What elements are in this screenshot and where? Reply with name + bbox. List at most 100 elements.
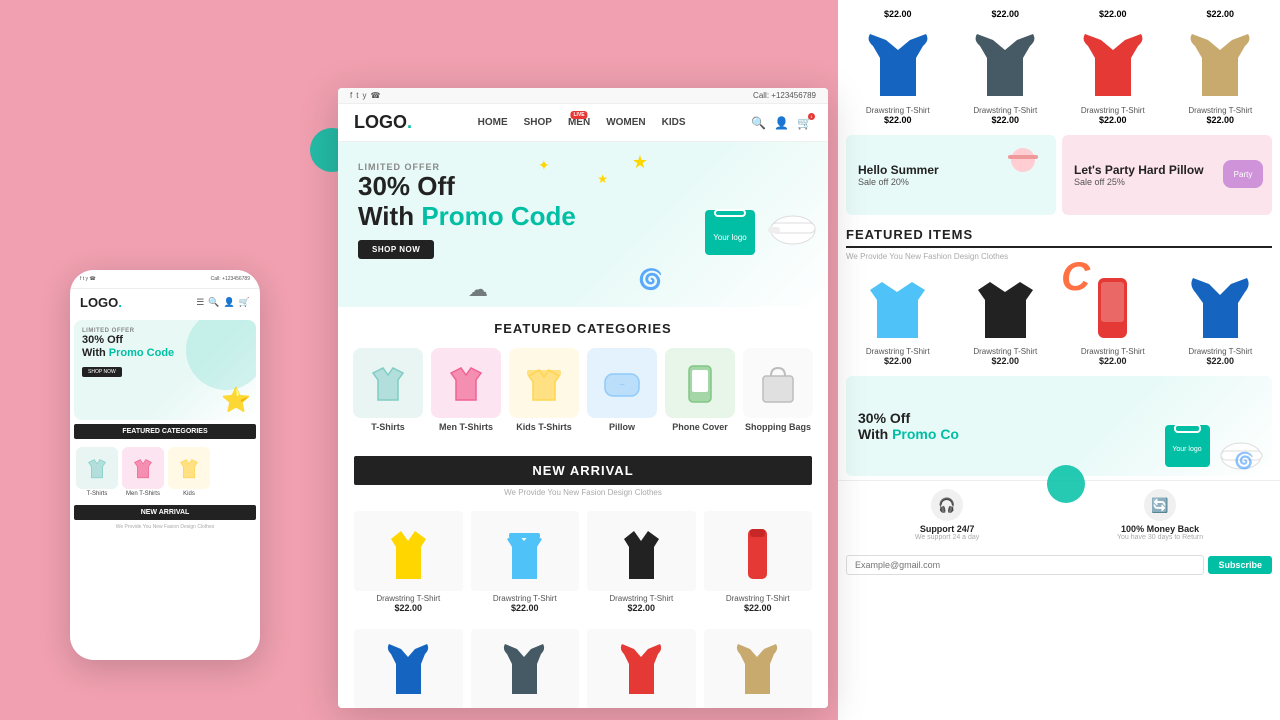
right-prod-4-name: Drawstring T-Shirt	[1169, 106, 1273, 115]
cat-pillow[interactable]: ~ Pillow	[587, 348, 657, 432]
topbar-phone: Call: +123456789	[753, 91, 816, 100]
phone-cat-men[interactable]: Men T-Shirts	[122, 447, 164, 497]
cart-icon[interactable]: 🛒1	[797, 116, 812, 130]
right-price-1: $22.00	[846, 4, 950, 22]
featured-categories-section: FEATURED CATEGORIES T-Shirts Men T-Shirt…	[338, 307, 828, 446]
newsletter-input[interactable]	[846, 555, 1204, 575]
main-logo: LOGO.	[354, 112, 412, 133]
party-banner[interactable]: Let's Party Hard Pillow Sale off 25% Par…	[1062, 135, 1272, 215]
cat-phone-cover[interactable]: Phone Cover	[665, 348, 735, 432]
right-prod-2[interactable]: Drawstring T-Shirt $22.00	[954, 26, 1058, 125]
hero-section: LIMITED OFFER 30% OffWith Promo Code SHO…	[338, 142, 828, 307]
svg-text:~: ~	[619, 380, 625, 391]
money-back-icon: 🔄	[1144, 489, 1176, 521]
featured-items-section: FEATURED ITEMS We Provide You New Fashio…	[838, 221, 1280, 372]
phone-cart-icon[interactable]: 🛒	[239, 297, 250, 308]
cat-pillow-label: Pillow	[587, 422, 657, 432]
cat-shopping-bags[interactable]: Shopping Bags	[743, 348, 813, 432]
feat-item-4[interactable]: Drawstring T-Shirt $22.00	[1169, 267, 1273, 366]
nav-kids[interactable]: KIDS	[662, 117, 686, 128]
money-back-sub: You have 30 days to Return	[1117, 534, 1203, 541]
feat-item-1-name: Drawstring T-Shirt	[846, 347, 950, 356]
phone-shop-button[interactable]: SHOP NOW	[82, 367, 122, 377]
phone-cat-men-label: Men T-Shirts	[122, 491, 164, 497]
right-jacket-3-image	[1073, 26, 1153, 101]
phone-cat-tshirts-label: T-Shirts	[76, 491, 118, 497]
right-prod-3-name: Drawstring T-Shirt	[1061, 106, 1165, 115]
search-icon[interactable]: 🔍	[751, 116, 766, 130]
products-grid-row1: Drawstring T-Shirt $22.00 Drawstring T-S…	[338, 503, 828, 621]
phone-mockup: f t y ☎ Call: +123456789 LOGO. ☰ 🔍 👤 🛒 L…	[70, 270, 260, 660]
teal-blob-right	[1047, 465, 1085, 508]
product-4-price: $22.00	[704, 603, 813, 613]
live-badge: LIVE	[571, 111, 588, 119]
right-prod-2-name: Drawstring T-Shirt	[954, 106, 1058, 115]
phone-search-icon[interactable]: 🔍	[208, 297, 219, 308]
right-panel: $22.00 $22.00 $22.00 $22.00 Drawstring T…	[838, 0, 1280, 720]
nav-shop[interactable]: SHOP	[524, 117, 552, 128]
product-1[interactable]: Drawstring T-Shirt $22.00	[354, 511, 463, 613]
feat-item-2-name: Drawstring T-Shirt	[954, 347, 1058, 356]
orange-c-decoration: C	[1061, 255, 1090, 300]
main-navbar: LOGO. HOME SHOP LIVE MEN WOMEN KIDS 🔍 👤 …	[338, 104, 828, 142]
user-icon[interactable]: 👤	[774, 116, 789, 130]
product-2[interactable]: Drawstring T-Shirt $22.00	[471, 511, 580, 613]
product-8[interactable]: Drawstring T-Shirt $22.00	[704, 629, 813, 708]
product-4[interactable]: Drawstring T-Shirt $22.00	[704, 511, 813, 613]
phone-user-icon[interactable]: 👤	[224, 297, 235, 308]
cat-men-label: Men T-Shirts	[431, 422, 501, 432]
product-5[interactable]: Drawstring T-Shirt $22.00	[354, 629, 463, 708]
new-arrival-banner: NEW ARRIVAL	[354, 456, 812, 485]
right-prod-3[interactable]: Drawstring T-Shirt $22.00	[1061, 26, 1165, 125]
phone-cat-tshirts[interactable]: T-Shirts	[76, 447, 118, 497]
cat-tshirts[interactable]: T-Shirts	[353, 348, 423, 432]
phone-logo-row: LOGO. ☰ 🔍 👤 🛒	[70, 289, 260, 316]
phone-cat-kids[interactable]: Kids	[168, 447, 210, 497]
right-jacket-4-image	[1180, 26, 1260, 101]
product-3[interactable]: Drawstring T-Shirt $22.00	[587, 511, 696, 613]
feat-phone-image	[1090, 270, 1135, 345]
support-sub: We support 24 a day	[915, 534, 979, 541]
feat-item-4-name: Drawstring T-Shirt	[1169, 347, 1273, 356]
sale-banners: Hello Summer Sale off 20% Let's Party Ha…	[838, 129, 1280, 221]
nav-icons: 🔍 👤 🛒1	[751, 116, 812, 130]
hero-bag-image: Your logo	[700, 190, 760, 260]
right-jacket-1-image	[858, 26, 938, 101]
feat-item-2[interactable]: Drawstring T-Shirt $22.00	[954, 267, 1058, 366]
money-back-item: 🔄 100% Money Back You have 30 days to Re…	[1117, 489, 1203, 541]
cat-men-tshirts[interactable]: Men T-Shirts	[431, 348, 501, 432]
facebook-icon[interactable]: f	[350, 91, 352, 100]
nav-women[interactable]: WOMEN	[606, 117, 645, 128]
right-prod-1-price: $22.00	[846, 115, 950, 125]
feat-item-1[interactable]: Drawstring T-Shirt $22.00	[846, 267, 950, 366]
product-7[interactable]: Drawstring T-Shirt $22.00	[587, 629, 696, 708]
social-icons: f t y ☎	[350, 91, 380, 100]
subscribe-button[interactable]: Subscribe	[1208, 556, 1272, 574]
nav-home[interactable]: HOME	[478, 117, 508, 128]
money-back-title: 100% Money Back	[1117, 524, 1203, 534]
phone-hero: LIMITED OFFER 30% OffWith Promo Code SHO…	[74, 320, 256, 420]
hero-shop-button[interactable]: SHOP NOW	[358, 240, 434, 259]
svg-text:Your logo: Your logo	[1172, 446, 1201, 453]
feat-shirt-2-image	[968, 270, 1043, 345]
hello-summer-banner[interactable]: Hello Summer Sale off 20%	[846, 135, 1056, 215]
right-top-prices: $22.00 $22.00 $22.00 $22.00	[838, 0, 1280, 26]
right-prod-4[interactable]: Drawstring T-Shirt $22.00	[1169, 26, 1273, 125]
right-prod-3-price: $22.00	[1061, 115, 1165, 125]
nav-links: HOME SHOP LIVE MEN WOMEN KIDS	[478, 117, 686, 128]
featured-items-title: FEATURED ITEMS	[846, 227, 1272, 248]
youtube-icon[interactable]: y	[362, 91, 366, 100]
twitter-icon[interactable]: t	[356, 91, 358, 100]
new-arrival-sub: We Provide You New Fasion Design Clothes	[354, 488, 812, 497]
phone-hamburger-icon[interactable]: ☰	[196, 297, 204, 308]
product-2-price: $22.00	[471, 603, 580, 613]
right-prod-1[interactable]: Drawstring T-Shirt $22.00	[846, 26, 950, 125]
cat-kids-tshirts[interactable]: Kids T-Shirts	[509, 348, 579, 432]
right-jacket-2-image	[965, 26, 1045, 101]
main-topbar: f t y ☎ Call: +123456789	[338, 88, 828, 104]
product-6[interactable]: Drawstring T-Shirt $22.00	[471, 629, 580, 708]
main-browser-window: f t y ☎ Call: +123456789 LOGO. HOME SHOP…	[338, 88, 828, 708]
product-3-price: $22.00	[587, 603, 696, 613]
instagram-icon[interactable]: ☎	[370, 91, 380, 100]
nav-men[interactable]: LIVE MEN	[568, 117, 590, 128]
